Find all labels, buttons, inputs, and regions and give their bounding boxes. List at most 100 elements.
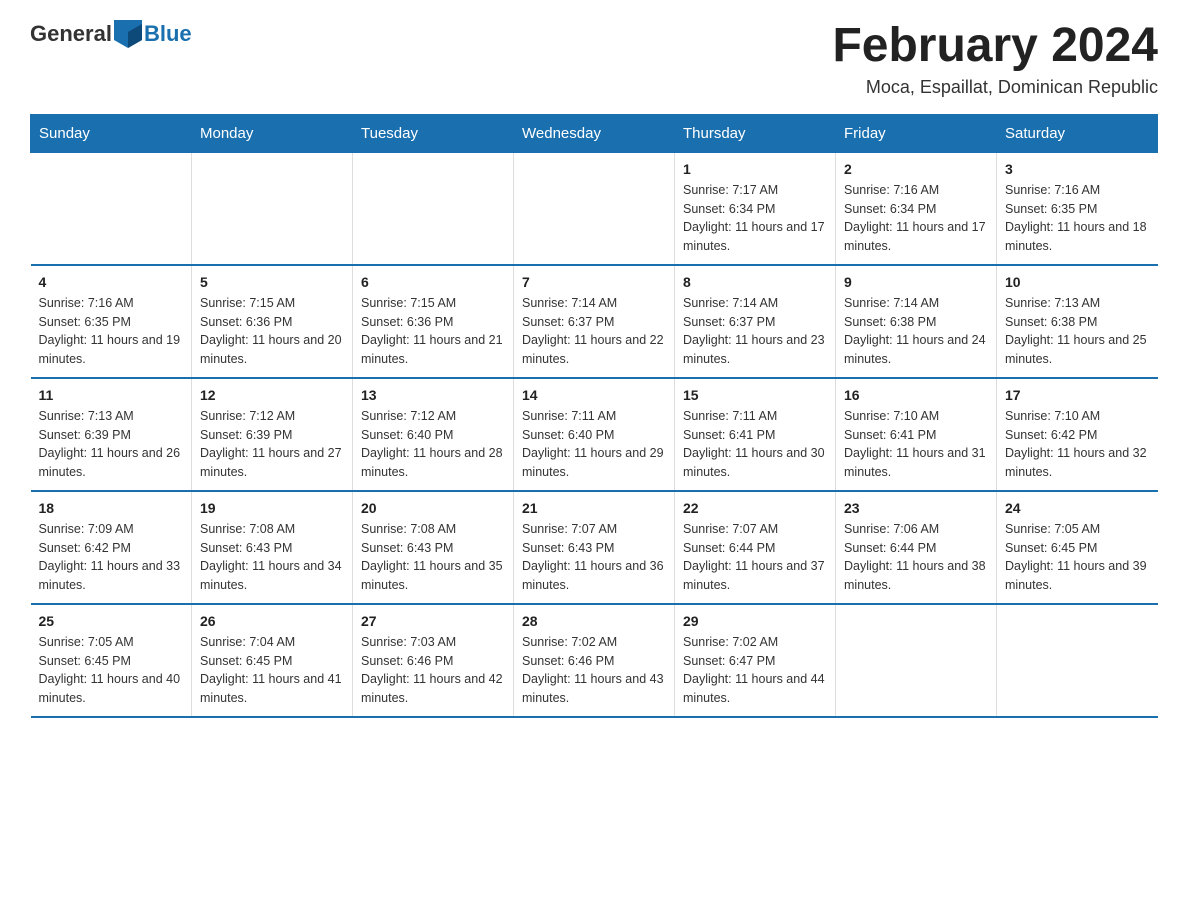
calendar-day-cell [514,152,675,265]
day-info: Sunrise: 7:12 AM Sunset: 6:40 PM Dayligh… [361,409,503,479]
calendar-week-row: 18 Sunrise: 7:09 AM Sunset: 6:42 PM Dayli… [31,491,1158,604]
day-number: 28 [522,613,666,629]
day-number: 22 [683,500,827,516]
calendar-week-row: 25 Sunrise: 7:05 AM Sunset: 6:45 PM Dayli… [31,604,1158,717]
calendar-day-cell: 26 Sunrise: 7:04 AM Sunset: 6:45 PM Dayli… [192,604,353,717]
calendar-day-cell [836,604,997,717]
calendar-day-cell: 1 Sunrise: 7:17 AM Sunset: 6:34 PM Daylig… [675,152,836,265]
calendar-day-cell: 19 Sunrise: 7:08 AM Sunset: 6:43 PM Dayli… [192,491,353,604]
calendar-day-cell: 3 Sunrise: 7:16 AM Sunset: 6:35 PM Daylig… [997,152,1158,265]
day-info: Sunrise: 7:02 AM Sunset: 6:46 PM Dayligh… [522,635,664,705]
day-info: Sunrise: 7:08 AM Sunset: 6:43 PM Dayligh… [361,522,503,592]
calendar-day-cell: 28 Sunrise: 7:02 AM Sunset: 6:46 PM Dayli… [514,604,675,717]
calendar-day-cell: 6Sunrise: 7:15 AM Sunset: 6:36 PM Daylig… [353,265,514,378]
day-info: Sunrise: 7:16 AM Sunset: 6:35 PM Dayligh… [1005,183,1147,253]
day-number: 11 [39,387,184,403]
calendar-day-cell [353,152,514,265]
calendar-table: SundayMondayTuesdayWednesdayThursdayFrid… [30,114,1158,718]
day-info: Sunrise: 7:02 AM Sunset: 6:47 PM Dayligh… [683,635,825,705]
day-info: Sunrise: 7:15 AM Sunset: 6:36 PM Dayligh… [200,296,342,366]
day-info: Sunrise: 7:05 AM Sunset: 6:45 PM Dayligh… [39,635,181,705]
day-info: Sunrise: 7:17 AM Sunset: 6:34 PM Dayligh… [683,183,825,253]
calendar-day-cell: 23Sunrise: 7:06 AM Sunset: 6:44 PM Dayli… [836,491,997,604]
calendar-day-cell: 14 Sunrise: 7:11 AM Sunset: 6:40 PM Dayli… [514,378,675,491]
title-block: February 2024 Moca, Espaillat, Dominican… [832,20,1158,98]
calendar-header-row: SundayMondayTuesdayWednesdayThursdayFrid… [31,114,1158,152]
day-number: 3 [1005,161,1150,177]
day-number: 26 [200,613,344,629]
calendar-day-cell: 29 Sunrise: 7:02 AM Sunset: 6:47 PM Dayli… [675,604,836,717]
day-number: 19 [200,500,344,516]
day-info: Sunrise: 7:03 AM Sunset: 6:46 PM Dayligh… [361,635,503,705]
logo: General Blue [30,20,192,48]
day-of-week-header: Saturday [997,114,1158,152]
calendar-day-cell: 21Sunrise: 7:07 AM Sunset: 6:43 PM Dayli… [514,491,675,604]
day-info: Sunrise: 7:07 AM Sunset: 6:43 PM Dayligh… [522,522,664,592]
day-info: Sunrise: 7:04 AM Sunset: 6:45 PM Dayligh… [200,635,342,705]
day-info: Sunrise: 7:14 AM Sunset: 6:38 PM Dayligh… [844,296,986,366]
day-number: 25 [39,613,184,629]
day-info: Sunrise: 7:13 AM Sunset: 6:39 PM Dayligh… [39,409,181,479]
day-number: 20 [361,500,505,516]
calendar-day-cell [997,604,1158,717]
day-number: 16 [844,387,988,403]
day-info: Sunrise: 7:15 AM Sunset: 6:36 PM Dayligh… [361,296,503,366]
calendar-week-row: 4 Sunrise: 7:16 AM Sunset: 6:35 PM Daylig… [31,265,1158,378]
day-info: Sunrise: 7:07 AM Sunset: 6:44 PM Dayligh… [683,522,825,592]
day-number: 2 [844,161,988,177]
day-info: Sunrise: 7:16 AM Sunset: 6:35 PM Dayligh… [39,296,181,366]
day-info: Sunrise: 7:16 AM Sunset: 6:34 PM Dayligh… [844,183,986,253]
day-number: 17 [1005,387,1150,403]
day-info: Sunrise: 7:11 AM Sunset: 6:41 PM Dayligh… [683,409,825,479]
day-info: Sunrise: 7:10 AM Sunset: 6:41 PM Dayligh… [844,409,986,479]
day-number: 27 [361,613,505,629]
day-number: 14 [522,387,666,403]
day-info: Sunrise: 7:12 AM Sunset: 6:39 PM Dayligh… [200,409,342,479]
calendar-day-cell [31,152,192,265]
calendar-subtitle: Moca, Espaillat, Dominican Republic [832,77,1158,98]
day-of-week-header: Thursday [675,114,836,152]
calendar-day-cell [192,152,353,265]
calendar-day-cell: 7 Sunrise: 7:14 AM Sunset: 6:37 PM Daylig… [514,265,675,378]
day-number: 13 [361,387,505,403]
day-of-week-header: Monday [192,114,353,152]
day-number: 1 [683,161,827,177]
day-info: Sunrise: 7:11 AM Sunset: 6:40 PM Dayligh… [522,409,664,479]
calendar-week-row: 11 Sunrise: 7:13 AM Sunset: 6:39 PM Dayli… [31,378,1158,491]
calendar-day-cell: 20 Sunrise: 7:08 AM Sunset: 6:43 PM Dayli… [353,491,514,604]
calendar-day-cell: 24Sunrise: 7:05 AM Sunset: 6:45 PM Dayli… [997,491,1158,604]
logo-icon [114,20,142,48]
day-number: 8 [683,274,827,290]
day-number: 7 [522,274,666,290]
day-of-week-header: Wednesday [514,114,675,152]
day-number: 12 [200,387,344,403]
calendar-day-cell: 12 Sunrise: 7:12 AM Sunset: 6:39 PM Dayli… [192,378,353,491]
logo-general-text: General [30,21,112,47]
day-number: 24 [1005,500,1150,516]
calendar-day-cell: 9Sunrise: 7:14 AM Sunset: 6:38 PM Daylig… [836,265,997,378]
calendar-day-cell: 11 Sunrise: 7:13 AM Sunset: 6:39 PM Dayli… [31,378,192,491]
day-number: 18 [39,500,184,516]
calendar-day-cell: 8 Sunrise: 7:14 AM Sunset: 6:37 PM Daylig… [675,265,836,378]
day-info: Sunrise: 7:13 AM Sunset: 6:38 PM Dayligh… [1005,296,1147,366]
day-number: 10 [1005,274,1150,290]
day-number: 4 [39,274,184,290]
day-number: 15 [683,387,827,403]
calendar-day-cell: 27 Sunrise: 7:03 AM Sunset: 6:46 PM Dayli… [353,604,514,717]
day-of-week-header: Friday [836,114,997,152]
day-info: Sunrise: 7:14 AM Sunset: 6:37 PM Dayligh… [522,296,664,366]
day-info: Sunrise: 7:08 AM Sunset: 6:43 PM Dayligh… [200,522,342,592]
calendar-day-cell: 15 Sunrise: 7:11 AM Sunset: 6:41 PM Dayli… [675,378,836,491]
calendar-day-cell: 16 Sunrise: 7:10 AM Sunset: 6:41 PM Dayli… [836,378,997,491]
calendar-day-cell: 22 Sunrise: 7:07 AM Sunset: 6:44 PM Dayli… [675,491,836,604]
calendar-day-cell: 5Sunrise: 7:15 AM Sunset: 6:36 PM Daylig… [192,265,353,378]
day-info: Sunrise: 7:09 AM Sunset: 6:42 PM Dayligh… [39,522,181,592]
day-number: 29 [683,613,827,629]
calendar-day-cell: 13 Sunrise: 7:12 AM Sunset: 6:40 PM Dayli… [353,378,514,491]
logo-blue-text: Blue [144,21,192,47]
calendar-day-cell: 17Sunrise: 7:10 AM Sunset: 6:42 PM Dayli… [997,378,1158,491]
day-number: 23 [844,500,988,516]
day-info: Sunrise: 7:14 AM Sunset: 6:37 PM Dayligh… [683,296,825,366]
calendar-day-cell: 18 Sunrise: 7:09 AM Sunset: 6:42 PM Dayli… [31,491,192,604]
calendar-title: February 2024 [832,20,1158,73]
